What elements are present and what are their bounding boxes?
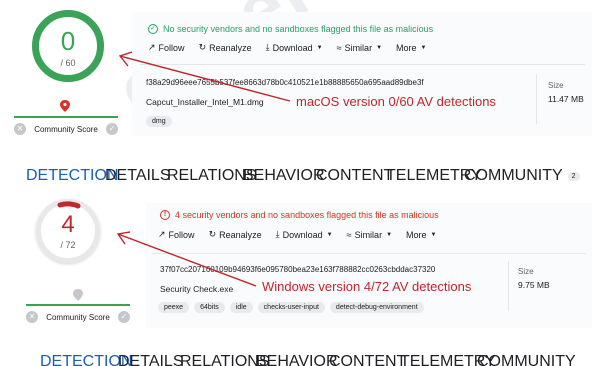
annotation-arrow-icon [118, 51, 291, 102]
macos-report-panel: 0 / 60 ✕ Community Score ✓ ✓ No security… [0, 0, 600, 184]
community-count-badge: 2 [567, 171, 580, 181]
tab-details[interactable]: DETAILS [118, 353, 184, 366]
tab-content[interactable]: CONTENT [329, 353, 406, 366]
annotation-arrow-icon [116, 231, 257, 287]
tab-behavior[interactable]: BEHAVIOR [256, 353, 338, 366]
tab-label: COMMUNITY [477, 353, 576, 366]
tab-label: DETAILS [118, 353, 184, 366]
tab-community[interactable]: COMMUNITY [477, 353, 576, 366]
tab-label: CONTENT [329, 353, 407, 366]
windows-report-panel: 4 / 72 ✕ Community Score ✓ ! 4 security … [0, 183, 600, 366]
tab-label: BEHAVIOR [256, 353, 338, 366]
